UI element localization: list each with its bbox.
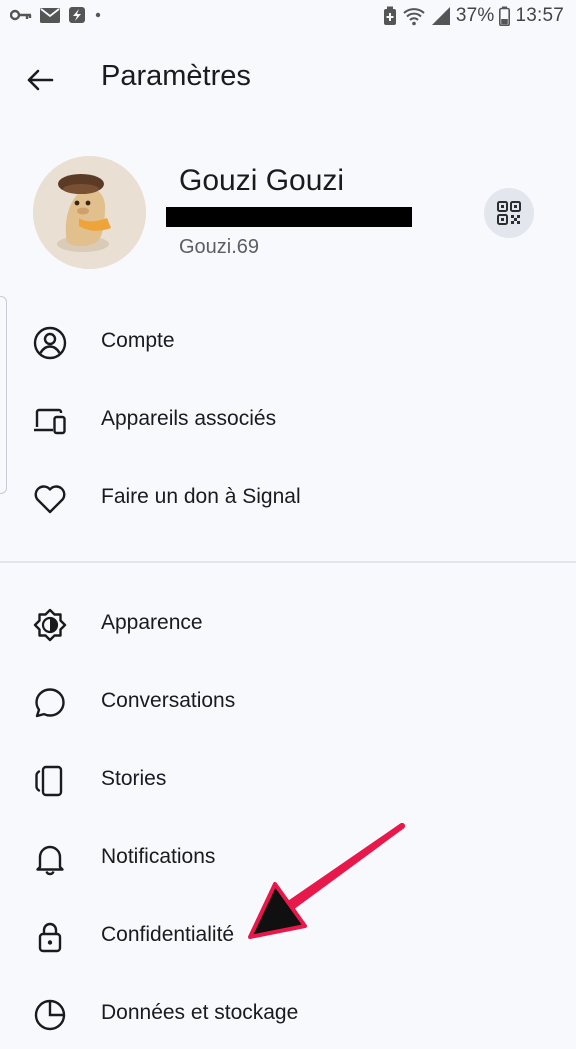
menu-item-label: Données et stockage <box>101 1001 299 1024</box>
menu-item-label: Compte <box>101 329 175 352</box>
linked-devices-icon <box>32 403 68 439</box>
menu-item-confidentialite[interactable]: Confidentialité <box>0 901 576 971</box>
key-icon <box>10 8 32 22</box>
mail-icon <box>40 7 60 23</box>
avatar[interactable] <box>33 156 146 269</box>
menu-item-appareils-associes[interactable]: Appareils associés <box>0 385 576 455</box>
qr-code-icon <box>497 201 521 225</box>
wifi-icon <box>402 6 426 26</box>
menu-item-label: Faire un don à Signal <box>101 485 301 508</box>
battery-percent: 37% <box>455 5 495 26</box>
menu-item-conversations[interactable]: Conversations <box>0 667 576 737</box>
cell-signal-icon <box>431 6 451 26</box>
menu-item-donnees-et-stockage[interactable]: Données et stockage <box>0 979 576 1049</box>
lock-icon <box>32 919 68 955</box>
data-storage-icon <box>32 997 68 1033</box>
status-bar-notifications <box>10 6 102 24</box>
stories-icon <box>32 763 68 799</box>
section-divider <box>0 561 576 563</box>
signal-app-icon <box>68 6 86 24</box>
arrow-left-icon <box>26 68 54 92</box>
qr-code-button[interactable] <box>484 188 534 238</box>
menu-item-stories[interactable]: Stories <box>0 745 576 815</box>
account-circle-icon <box>32 325 68 361</box>
appearance-icon <box>32 607 68 643</box>
chat-bubble-icon <box>32 685 68 721</box>
menu-item-label: Conversations <box>101 689 236 712</box>
redaction-bar <box>166 207 412 227</box>
status-bar: 37% 13:57 <box>0 0 576 36</box>
menu-item-apparence[interactable]: Apparence <box>0 589 576 659</box>
battery-icon <box>499 6 511 26</box>
menu-item-compte[interactable]: Compte <box>0 307 576 377</box>
menu-item-label: Notifications <box>101 845 216 868</box>
profile-username: Gouzi.69 <box>179 236 260 258</box>
profile-header[interactable]: Gouzi Gouzi Gouzi.69 <box>0 150 576 280</box>
heart-icon <box>32 481 68 517</box>
bell-icon <box>32 841 68 877</box>
menu-item-label: Appareils associés <box>101 407 277 430</box>
profile-name: Gouzi Gouzi <box>179 164 345 197</box>
page-title: Paramètres <box>101 60 251 92</box>
menu-item-label: Apparence <box>101 611 203 634</box>
battery-saver-icon <box>383 6 397 26</box>
menu-item-faire-un-don[interactable]: Faire un don à Signal <box>0 463 576 533</box>
clock: 13:57 <box>515 5 564 26</box>
back-button[interactable] <box>20 60 60 100</box>
app-bar: Paramètres <box>0 44 576 114</box>
status-bar-system: 37% 13:57 <box>383 5 564 27</box>
menu-item-notifications[interactable]: Notifications <box>0 823 576 893</box>
menu-item-label: Confidentialité <box>101 923 235 946</box>
dot-icon <box>94 11 102 19</box>
menu-item-label: Stories <box>101 767 167 790</box>
